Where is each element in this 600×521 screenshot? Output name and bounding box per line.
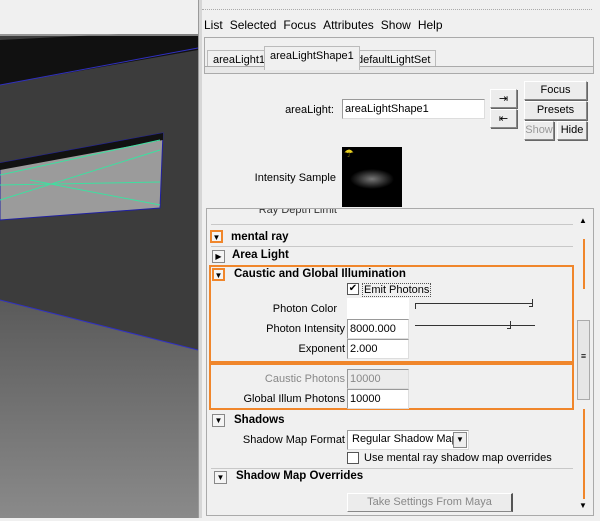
shadow-map-format-label: Shadow Map Format	[242, 434, 345, 446]
photon-intensity-slider-handle[interactable]	[507, 321, 511, 329]
shadow-map-format-value: Regular Shadow Map	[352, 433, 458, 445]
section-caustic-gi[interactable]: Caustic and Global Illumination	[234, 268, 593, 280]
node-name-label: areaLight:	[285, 104, 334, 116]
node-name-input[interactable]	[342, 99, 485, 119]
photon-intensity-label: Photon Intensity	[266, 323, 345, 335]
scroll-up-icon[interactable]: ▲	[579, 216, 587, 225]
take-settings-from-maya-button[interactable]: Take Settings From Maya	[347, 493, 513, 512]
menu-attributes[interactable]: Attributes	[323, 18, 374, 32]
menu-list[interactable]: List	[204, 18, 223, 32]
light-icon: ☂	[344, 148, 354, 160]
panel-grip[interactable]	[202, 2, 592, 10]
scroll-track-highlight-lower	[583, 409, 585, 499]
section-shadows[interactable]: Shadows	[234, 414, 593, 426]
area-light-expand-toggle[interactable]: ▶	[212, 250, 225, 263]
exponent-input[interactable]	[347, 339, 409, 359]
menu-help[interactable]: Help	[418, 18, 443, 32]
input-connections-button[interactable]: ⇥	[490, 89, 517, 108]
section-area-light[interactable]: Area Light	[232, 249, 593, 261]
photon-color-swatch[interactable]	[347, 298, 409, 320]
use-overrides-checkbox[interactable]	[347, 452, 359, 464]
scroll-down-icon[interactable]: ▼	[579, 501, 587, 510]
section-shadow-map-overrides[interactable]: Shadow Map Overrides	[236, 470, 593, 482]
viewport-scene	[0, 0, 199, 518]
photon-color-slider[interactable]	[415, 303, 533, 309]
attributes-scroll-area: Ray Depth Limit ▼ mental ray ▶ Area Ligh…	[206, 208, 594, 516]
input-connection-icon: ⇥	[498, 93, 509, 105]
focus-button[interactable]: Focus	[524, 81, 587, 100]
global-illum-photons-label: Global Illum Photons	[243, 393, 346, 405]
shadow-map-format-dropdown[interactable]: Regular Shadow Map ▼	[347, 430, 469, 450]
show-button[interactable]: Show	[524, 121, 554, 140]
use-overrides-label: Use mental ray shadow map overrides	[364, 452, 552, 464]
output-connection-icon: ⇤	[498, 113, 509, 125]
menu-show[interactable]: Show	[381, 18, 411, 32]
hide-button[interactable]: Hide	[557, 121, 587, 140]
menu-bar: List Selected Focus Attributes Show Help	[204, 18, 443, 32]
exponent-label: Exponent	[298, 343, 345, 355]
scroll-thumb[interactable]: ≡	[577, 320, 590, 400]
tab-strip	[204, 66, 594, 74]
section-mental-ray[interactable]: mental ray	[231, 231, 593, 243]
output-connections-button[interactable]: ⇤	[490, 109, 517, 128]
photon-color-slider-handle[interactable]	[529, 299, 533, 307]
scroll-track-highlight	[583, 239, 585, 289]
menu-focus[interactable]: Focus	[283, 18, 316, 32]
global-illum-photons-input[interactable]	[347, 389, 409, 409]
presets-button[interactable]: Presets	[524, 101, 587, 120]
caustic-photons-input[interactable]	[347, 369, 409, 389]
mental-ray-collapse-toggle[interactable]: ▼	[210, 230, 223, 243]
shadow-map-overrides-collapse-toggle[interactable]: ▼	[214, 471, 227, 484]
caustic-collapse-toggle[interactable]: ▼	[212, 268, 225, 281]
emit-photons-label: Emit Photons	[362, 283, 432, 297]
vertical-scrollbar[interactable]: ▲ ≡ ▼	[576, 209, 592, 515]
photon-color-label: Photon Color	[272, 303, 337, 315]
ray-depth-limit-label: Ray Depth Limit	[258, 208, 337, 216]
photon-intensity-slider[interactable]	[415, 325, 535, 331]
photon-intensity-input[interactable]	[347, 319, 409, 339]
3d-viewport[interactable]	[0, 0, 199, 518]
caustic-photons-label: Caustic Photons	[264, 373, 345, 385]
tab-arealightshape1[interactable]: areaLightShape1	[264, 46, 360, 70]
shadows-collapse-toggle[interactable]: ▼	[212, 414, 225, 427]
emit-photons-checkbox[interactable]: ✔	[347, 283, 359, 295]
intensity-sample-label: Intensity Sample	[254, 172, 336, 184]
intensity-sample-swatch: ☂	[342, 147, 402, 207]
chevron-down-icon: ▼	[453, 432, 467, 448]
attribute-editor: List Selected Focus Attributes Show Help…	[202, 0, 600, 518]
menu-selected[interactable]: Selected	[230, 18, 277, 32]
